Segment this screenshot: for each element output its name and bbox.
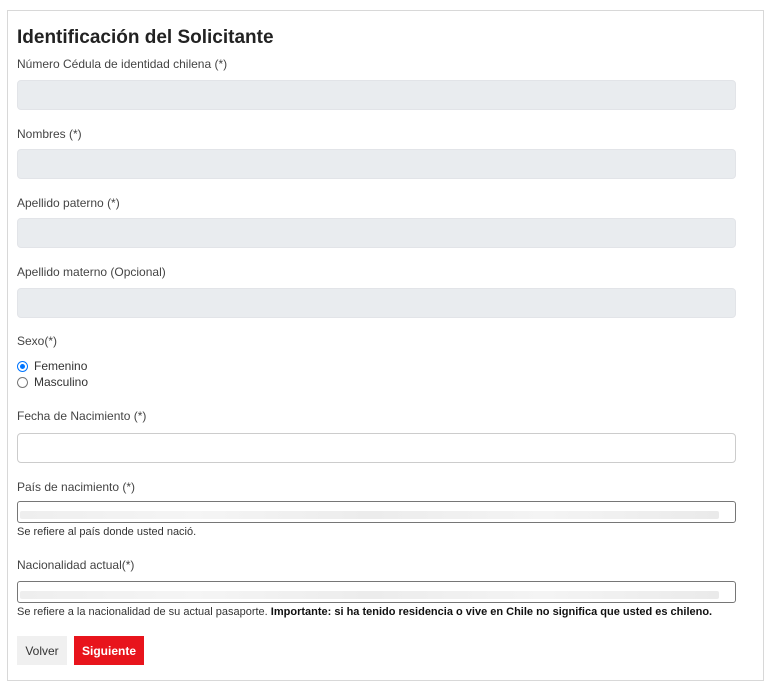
apellido-paterno-field[interactable] xyxy=(17,218,736,248)
nacionalidad-select[interactable] xyxy=(17,581,736,603)
applicant-form: Identificación del Solicitante Número Cé… xyxy=(7,10,764,681)
radio-checked-icon[interactable] xyxy=(17,360,28,372)
nombres-field[interactable] xyxy=(17,149,736,179)
radio-unchecked-icon[interactable] xyxy=(17,376,28,388)
fecha-label: Fecha de Nacimiento (*) xyxy=(17,409,147,423)
radio-femenino-label: Femenino xyxy=(34,359,88,373)
fecha-nacimiento-field[interactable] xyxy=(17,433,736,463)
apellido-materno-label: Apellido materno (Opcional) xyxy=(17,265,166,279)
form-title: Identificación del Solicitante xyxy=(17,27,274,48)
apellido-materno-field[interactable] xyxy=(17,288,736,318)
nacionalidad-label: Nacionalidad actual(*) xyxy=(17,558,135,572)
back-button[interactable]: Volver xyxy=(17,636,67,665)
nacionalidad-help-text: Se refiere a la nacionalidad de su actua… xyxy=(17,606,712,618)
nombres-label: Nombres (*) xyxy=(17,127,82,141)
select-value-placeholder xyxy=(20,511,719,519)
select-value-placeholder xyxy=(20,591,719,599)
pais-help-text: Se refiere al país donde usted nació. xyxy=(17,526,197,538)
cedula-label: Número Cédula de identidad chilena (*) xyxy=(17,57,228,71)
next-button[interactable]: Siguiente xyxy=(74,636,144,665)
pais-label: País de nacimiento (*) xyxy=(17,480,136,494)
radio-masculino-label: Masculino xyxy=(34,375,89,389)
pais-select[interactable] xyxy=(17,501,736,523)
sexo-label: Sexo(*) xyxy=(17,334,58,348)
nacionalidad-help-normal: Se refiere a la nacionalidad de su actua… xyxy=(17,606,268,618)
nacionalidad-help-important: Importante: si ha tenido residencia o vi… xyxy=(270,606,713,618)
apellido-paterno-label: Apellido paterno (*) xyxy=(17,196,120,210)
radio-femenino[interactable]: Femenino xyxy=(17,359,87,373)
cedula-field[interactable] xyxy=(17,80,736,110)
radio-masculino[interactable]: Masculino xyxy=(17,375,88,389)
